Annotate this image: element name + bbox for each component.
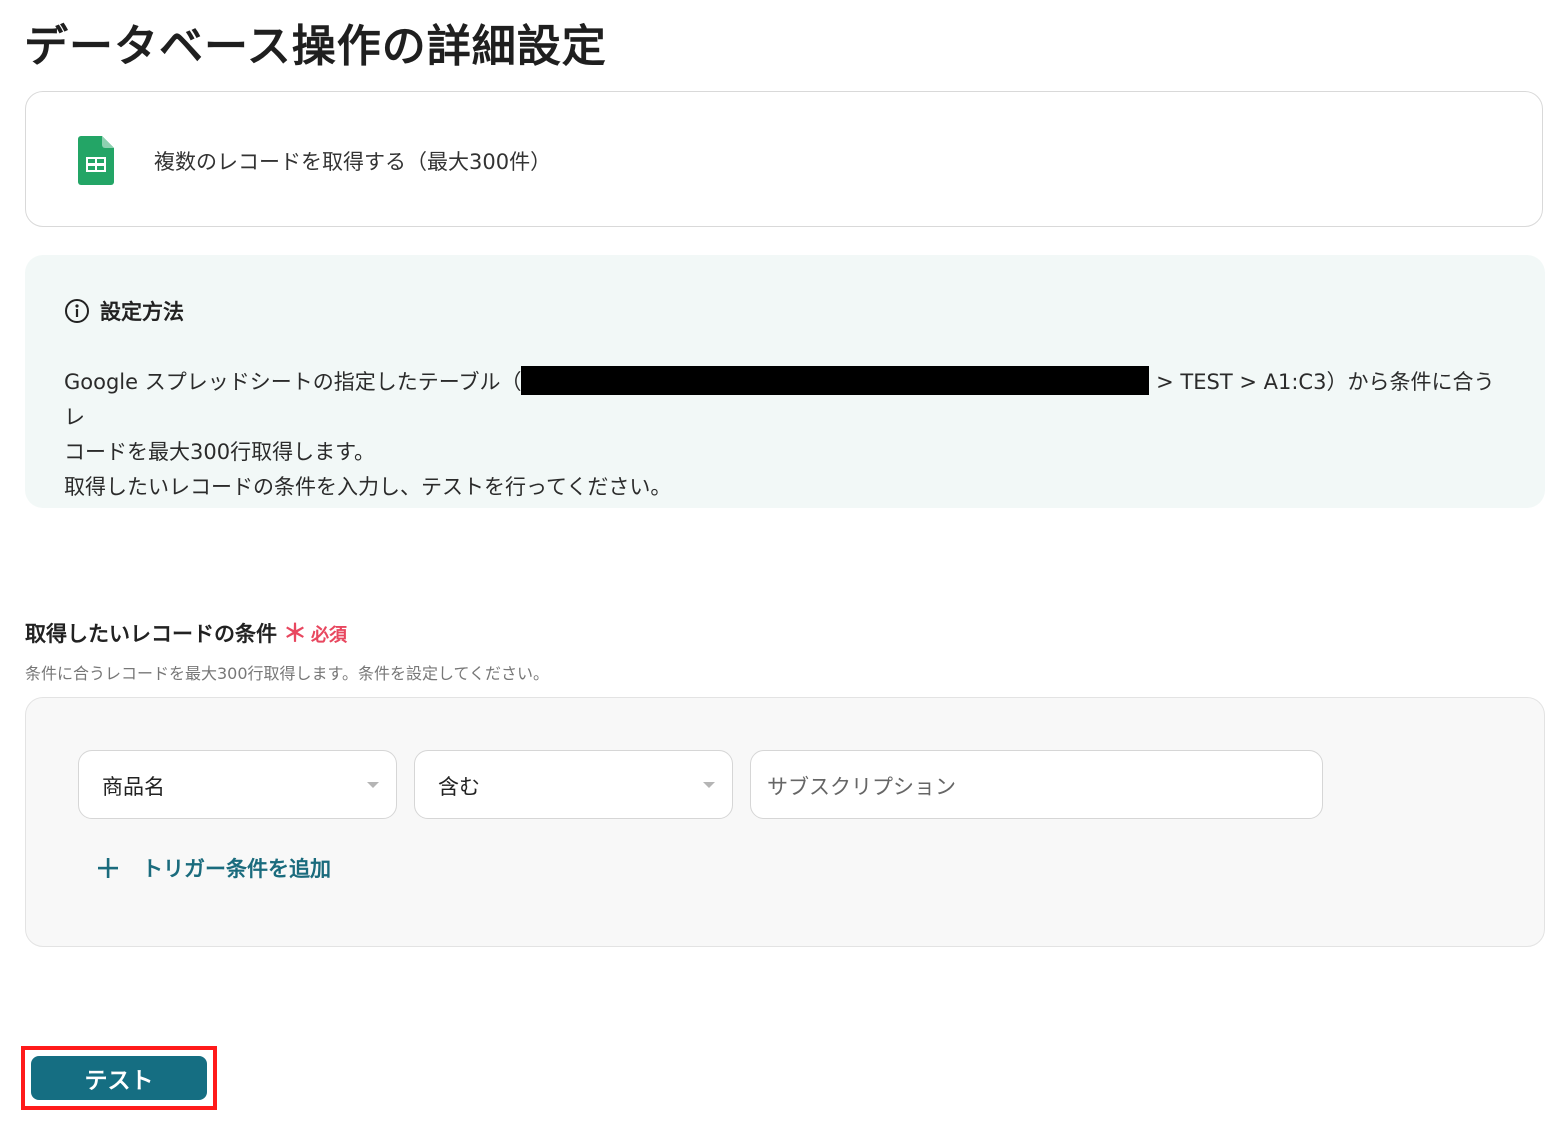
info-title: 設定方法: [100, 300, 184, 324]
chevron-down-icon: [367, 782, 379, 788]
field-select[interactable]: 商品名: [78, 750, 397, 819]
action-label: 複数のレコードを取得する（最大300件）: [154, 150, 552, 174]
highlight-frame: テスト: [21, 1046, 217, 1110]
redacted-block: [521, 366, 1150, 395]
info-line2: コードを最大300行取得します。: [64, 440, 375, 464]
required-asterisk: ＊: [283, 619, 307, 647]
chevron-down-icon: [703, 782, 715, 788]
info-icon: [65, 299, 89, 323]
info-header: 設定方法: [64, 296, 184, 326]
condition-value-input[interactable]: サブスクリプション: [750, 750, 1323, 819]
required-text: 必須: [311, 625, 347, 646]
page: データベース操作の詳細設定 複数のレコードを取得する（最大300件） 設定方法 …: [0, 0, 1568, 1124]
plus-icon: [98, 858, 118, 878]
info-description: Google スプレッドシートの指定したテーブル（ > TEST > A1:C3…: [64, 365, 1514, 505]
conditions-label: 取得したいレコードの条件: [25, 622, 277, 646]
operator-select-value: 含む: [438, 775, 480, 799]
google-sheets-icon: [78, 136, 114, 185]
test-button[interactable]: テスト: [31, 1056, 207, 1100]
condition-value-text: サブスクリプション: [767, 775, 956, 799]
info-box: 設定方法 Google スプレッドシートの指定したテーブル（ > TEST > …: [25, 255, 1545, 508]
action-card[interactable]: 複数のレコードを取得する（最大300件）: [25, 91, 1543, 227]
conditions-help-text: 条件に合うレコードを最大300行取得します。条件を設定してください。: [25, 664, 549, 683]
info-line3: 取得したいレコードの条件を入力し、テストを行ってください。: [64, 475, 672, 499]
info-line1-prefix: Google スプレッドシートの指定したテーブル（: [64, 370, 522, 394]
add-condition-button[interactable]: トリガー条件を追加: [96, 853, 331, 883]
add-condition-label: トリガー条件を追加: [142, 857, 331, 881]
field-select-value: 商品名: [102, 775, 165, 799]
page-title: データベース操作の詳細設定: [24, 21, 607, 72]
conditions-label-row: 取得したいレコードの条件 ＊ 必須: [25, 613, 347, 648]
operator-select[interactable]: 含む: [414, 750, 733, 819]
conditions-panel: 商品名 含む サブスクリプション トリガー条件を追加: [25, 697, 1545, 947]
